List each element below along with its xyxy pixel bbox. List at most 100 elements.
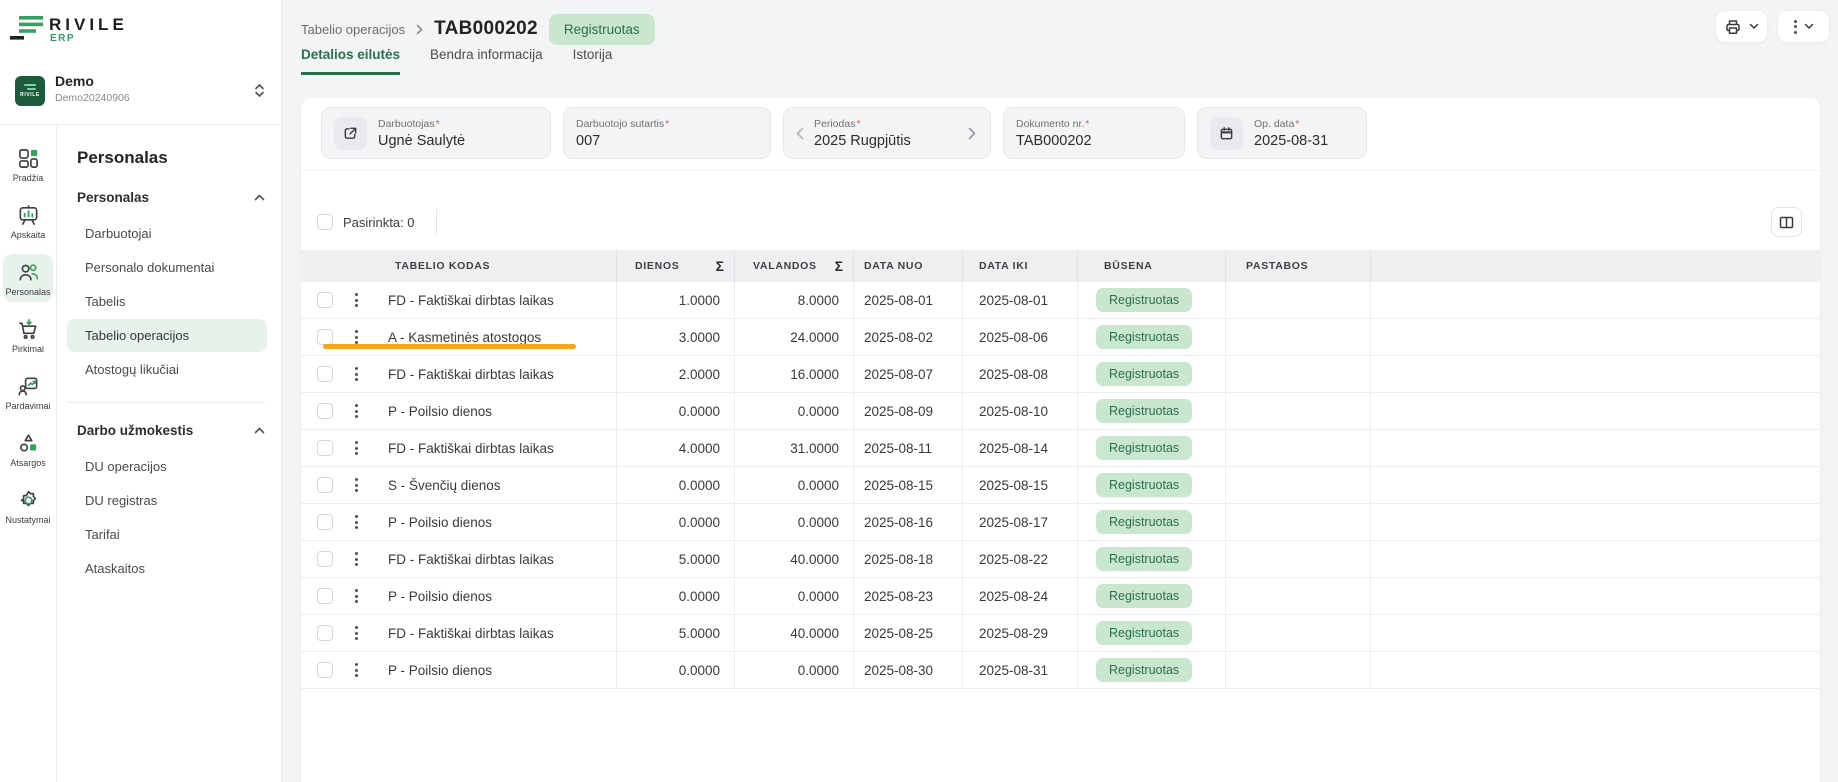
rail-item-atsargos[interactable]: Atsargos [3,425,53,473]
sidebar-item-atostogu-likuciai[interactable]: Atostogų likučiai [67,353,267,386]
table-row[interactable]: FD - Faktiškai dirbtas laikas 5.0000 40.… [301,615,1820,652]
row-menu-icon[interactable] [355,663,358,677]
sidebar-item-du-registras[interactable]: DU registras [67,484,267,517]
row-checkbox[interactable] [317,662,333,678]
table-row[interactable]: S - Švenčių dienos 0.0000 0.0000 2025-08… [301,467,1820,504]
tabelio-kodas-value: FD - Faktiškai dirbtas laikas [388,367,554,382]
section-header-personalas[interactable]: Personalas [77,190,265,205]
rail-item-nustatymai[interactable]: Nustatymai [3,482,53,530]
row-menu-icon[interactable] [355,330,358,344]
row-menu-icon[interactable] [355,441,358,455]
sidebar-item-tabelis[interactable]: Tabelis [67,285,267,318]
table-row[interactable]: FD - Faktiškai dirbtas laikas 5.0000 40.… [301,541,1820,578]
row-menu-icon[interactable] [355,293,358,307]
table-row[interactable]: FD - Faktiškai dirbtas laikas 4.0000 31.… [301,430,1820,467]
pastabos-cell [1226,504,1371,540]
table-row[interactable]: FD - Faktiškai dirbtas laikas 2.0000 16.… [301,356,1820,393]
sidebar-item-ataskaitos[interactable]: Ataskaitos [67,552,267,585]
table-row[interactable]: A - Kasmetinės atostogos 3.0000 24.0000 … [301,319,1820,356]
sum-dienos-button[interactable]: Σ [716,258,724,274]
more-actions-button[interactable] [1777,10,1830,43]
selected-count-label: Pasirinkta: 0 [343,215,415,230]
sidebar-item-personalo-dokumentai[interactable]: Personalo dokumentai [67,251,267,284]
row-checkbox[interactable] [317,329,333,345]
rail-item-personalas[interactable]: Personalas [3,254,53,302]
chevron-up-icon [254,427,265,434]
col-header-label: VALANDOS [753,260,817,272]
unfold-more-icon[interactable] [254,83,265,98]
pastabos-cell [1226,356,1371,392]
periodas-field[interactable]: Periodas* 2025 Rugpjūtis [783,107,991,159]
tab-bendra-informacija[interactable]: Bendra informacija [430,47,543,75]
app-root: RIVILE ERP RIVILE Demo Demo20240906 [0,0,1838,782]
col-header-busena[interactable]: BŪSENA [1078,250,1226,282]
row-menu-icon[interactable] [355,478,358,492]
darbuotojo-sutartis-field[interactable]: Darbuotojo sutartis* 007 [563,107,771,159]
table-row[interactable]: P - Poilsio dienos 0.0000 0.0000 2025-08… [301,504,1820,541]
calendar-icon[interactable] [1210,117,1243,150]
row-menu-icon[interactable] [355,589,358,603]
row-checkbox[interactable] [317,292,333,308]
required-asterisk: * [856,118,860,130]
period-prev-icon[interactable] [796,127,804,140]
empty-cell [1371,282,1820,318]
data-iki-cell: 2025-08-15 [963,467,1078,503]
sum-valandos-button[interactable]: Σ [835,258,843,274]
op-data-field[interactable]: Op. data* 2025-08-31 [1197,107,1367,159]
row-checkbox[interactable] [317,625,333,641]
column-settings-button[interactable] [1771,207,1802,237]
row-menu-icon[interactable] [355,552,358,566]
table-row[interactable]: P - Poilsio dienos 0.0000 0.0000 2025-08… [301,393,1820,430]
row-checkbox[interactable] [317,366,333,382]
status-badge: Registruotas [1096,362,1192,387]
busena-cell: Registruotas [1078,578,1226,614]
sidebar-item-du-operacijos[interactable]: DU operacijos [67,450,267,483]
darbuotojas-field[interactable]: Darbuotojas* Ugnė Saulytė [321,107,551,159]
row-menu-icon[interactable] [355,367,358,381]
col-header-data-iki[interactable]: DATA IKI [963,250,1078,282]
col-header-dienos[interactable]: DIENOS Σ [617,250,735,282]
busena-cell: Registruotas [1078,393,1226,429]
rail-item-apskaita[interactable]: Apskaita [3,197,53,245]
data-iki-cell: 2025-08-06 [963,319,1078,355]
row-checkbox[interactable] [317,588,333,604]
rail-item-pradzia[interactable]: Pradžia [3,140,53,188]
select-all-checkbox[interactable] [317,214,333,230]
busena-cell: Registruotas [1078,504,1226,540]
row-checkbox[interactable] [317,440,333,456]
sidebar-item-tarifai[interactable]: Tarifai [67,518,267,551]
row-menu-icon[interactable] [355,404,358,418]
chevron-down-icon [1804,23,1814,30]
col-header-pastabos[interactable]: PASTABOS [1226,250,1371,282]
company-selector[interactable]: RIVILE Demo Demo20240906 [0,62,281,125]
rail-item-pirkimai[interactable]: Pirkimai [3,311,53,359]
section-header-darbo-uzmokestis[interactable]: Darbo užmokestis [77,423,265,438]
dienos-cell: 3.0000 [617,319,735,355]
col-header-tabelio-kodas[interactable]: TABELIO KODAS [301,250,617,282]
row-checkbox[interactable] [317,477,333,493]
required-asterisk: * [665,118,669,130]
table-row[interactable]: P - Poilsio dienos 0.0000 0.0000 2025-08… [301,652,1820,689]
sidebar-item-tabelio-operacijos[interactable]: Tabelio operacijos [67,319,267,352]
table-row[interactable]: P - Poilsio dienos 0.0000 0.0000 2025-08… [301,578,1820,615]
rail-item-pardavimai[interactable]: Pardavimai [3,368,53,416]
print-button[interactable] [1715,10,1768,43]
row-checkbox[interactable] [317,551,333,567]
dokumento-nr-field[interactable]: Dokumento nr.* TAB000202 [1003,107,1185,159]
row-menu-icon[interactable] [355,626,358,640]
data-nuo-cell: 2025-08-18 [854,541,963,577]
external-link-icon[interactable] [334,117,367,150]
row-checkbox[interactable] [317,403,333,419]
row-checkbox[interactable] [317,514,333,530]
breadcrumb-parent-link[interactable]: Tabelio operacijos [301,22,405,37]
pastabos-cell [1226,319,1371,355]
tab-istorija[interactable]: Istorija [573,47,613,75]
col-header-valandos[interactable]: VALANDOS Σ [735,250,854,282]
tab-detalios-eilutes[interactable]: Detalios eilutės [301,47,400,75]
col-header-data-nuo[interactable]: DATA NUO [854,250,963,282]
table-row[interactable]: FD - Faktiškai dirbtas laikas 1.0000 8.0… [301,282,1820,319]
row-menu-icon[interactable] [355,515,358,529]
period-next-icon[interactable] [968,127,976,140]
rail-item-label: Apskaita [11,230,46,240]
sidebar-item-darbuotojai[interactable]: Darbuotojai [67,217,267,250]
